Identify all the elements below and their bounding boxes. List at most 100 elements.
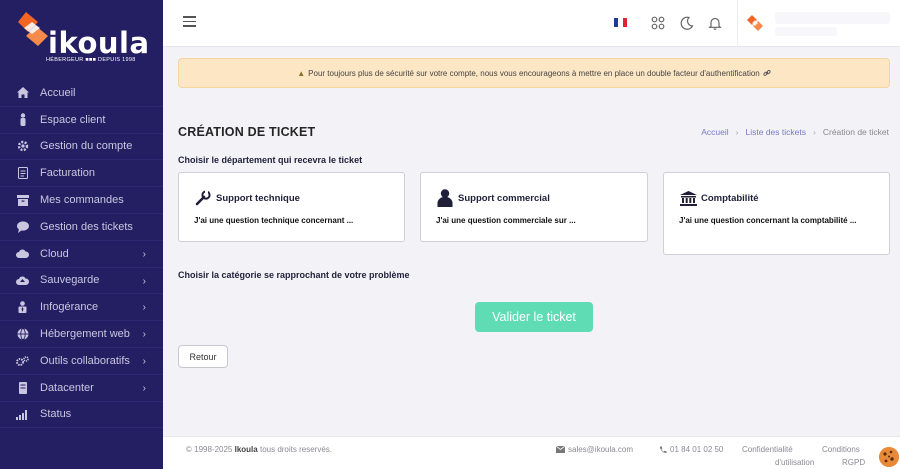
footer-phone-text: 01 84 01 02 50 bbox=[670, 445, 724, 454]
moon-icon[interactable] bbox=[680, 16, 694, 30]
sidebar-item-label: Cloud bbox=[40, 247, 69, 260]
copyright-years: © 1998-2025 bbox=[186, 445, 233, 454]
sidebar-item-label: Facturation bbox=[40, 167, 96, 180]
card-description: J'ai une question concernant la comptabi… bbox=[679, 216, 857, 225]
sidebar-item-facturation[interactable]: Facturation bbox=[0, 160, 163, 188]
department-card-support-commercial[interactable]: Support commercial J'ai une question com… bbox=[420, 172, 648, 242]
card-description: J'ai une question technique concernant .… bbox=[194, 216, 354, 225]
ikoula-logo[interactable]: ikoula HÉBERGEUR ■■■ DEPUIS 1998 bbox=[18, 8, 150, 70]
user-avatar-icon[interactable] bbox=[746, 14, 764, 32]
topbar-divider bbox=[737, 0, 738, 47]
person-icon bbox=[436, 189, 454, 207]
sidebar-item-espace-client[interactable]: Espace client bbox=[0, 107, 163, 134]
chevron-right-icon: › bbox=[142, 302, 146, 314]
sidebar-item-sauvegarde[interactable]: Sauvegarde › bbox=[0, 268, 163, 295]
warning-icon: ▲ bbox=[297, 68, 306, 78]
sidebar-item-infogerance[interactable]: Infogérance › bbox=[0, 294, 163, 322]
cloud-icon bbox=[16, 247, 29, 260]
link-icon[interactable] bbox=[763, 69, 771, 77]
sidebar-item-gestion-du-compte[interactable]: Gestion du compte bbox=[0, 134, 163, 161]
alert-text: Pour toujours plus de sécurité sur votre… bbox=[308, 68, 760, 78]
sidebar-item-mes-commandes[interactable]: Mes commandes bbox=[0, 187, 163, 214]
box-icon bbox=[16, 194, 29, 207]
department-card-support-technique[interactable]: Support technique J'ai une question tech… bbox=[178, 172, 405, 242]
phone-icon bbox=[660, 446, 667, 453]
sidebar-item-status[interactable]: Status bbox=[0, 402, 163, 429]
chat-icon bbox=[16, 220, 29, 233]
breadcrumb-liste-des-tickets[interactable]: Liste des tickets bbox=[746, 127, 806, 137]
footer: © 1998-2025 Ikoula tous droits reservés.… bbox=[163, 436, 900, 469]
chevron-right-icon: › bbox=[142, 275, 146, 287]
sidebar-item-datacenter[interactable]: Datacenter › bbox=[0, 375, 163, 402]
sidebar: ikoula HÉBERGEUR ■■■ DEPUIS 1998 Accueil… bbox=[0, 0, 163, 469]
hamburger-icon[interactable] bbox=[183, 16, 196, 27]
footer-link-confidentialite[interactable]: Confidentialité bbox=[742, 445, 793, 454]
gears-icon bbox=[16, 354, 29, 367]
sidebar-item-label: Gestion des tickets bbox=[40, 220, 133, 233]
page-title: CRÉATION DE TICKET bbox=[178, 125, 316, 139]
chevron-right-icon: › bbox=[142, 248, 146, 260]
sidebar-item-hebergement-web[interactable]: Hébergement web › bbox=[0, 321, 163, 348]
breadcrumb-separator-icon: › bbox=[735, 127, 739, 137]
sidebar-item-label: Sauvegarde bbox=[40, 274, 100, 287]
card-title: Support commercial bbox=[458, 192, 550, 204]
copyright: © 1998-2025 Ikoula tous droits reservés. bbox=[186, 445, 332, 454]
cookie-icon[interactable] bbox=[879, 447, 899, 467]
sidebar-item-accueil[interactable]: Accueil bbox=[0, 80, 163, 107]
brand-name: ikoula bbox=[48, 26, 150, 60]
envelope-icon bbox=[556, 446, 565, 453]
category-label: Choisir la catégorie se rapprochant de v… bbox=[178, 270, 410, 280]
tools-icon bbox=[194, 189, 212, 207]
department-card-comptabilite[interactable]: Comptabilité J'ai une question concernan… bbox=[663, 172, 890, 255]
brand-tagline: HÉBERGEUR ■■■ DEPUIS 1998 bbox=[46, 57, 136, 63]
user-detail-placeholder bbox=[775, 27, 837, 36]
ikoula-logo-icon bbox=[18, 12, 48, 46]
server-icon bbox=[16, 381, 29, 394]
sidebar-item-label: Hébergement web bbox=[40, 328, 130, 341]
sidebar-item-label: Espace client bbox=[40, 113, 106, 126]
breadcrumb: Accueil › Liste des tickets › Création d… bbox=[701, 127, 889, 137]
user-icon bbox=[16, 113, 29, 127]
card-title: Comptabilité bbox=[701, 192, 759, 204]
sidebar-item-label: Infogérance bbox=[40, 301, 99, 314]
footer-link-conditions-line2[interactable]: d'utilisation bbox=[775, 458, 814, 467]
copyright-suffix: tous droits reservés. bbox=[259, 445, 332, 454]
sidebar-item-label: Gestion du compte bbox=[40, 140, 133, 153]
footer-email[interactable]: sales@ikoula.com bbox=[556, 445, 633, 454]
sidebar-item-label: Outils collaboratifs bbox=[40, 354, 130, 367]
security-alert: ▲ Pour toujours plus de sécurité sur vot… bbox=[178, 58, 890, 88]
chevron-right-icon: › bbox=[142, 382, 146, 394]
sidebar-item-outils-collaboratifs[interactable]: Outils collaboratifs › bbox=[0, 348, 163, 375]
sidebar-item-label: Accueil bbox=[40, 86, 76, 99]
sidebar-item-label: Mes commandes bbox=[40, 194, 124, 207]
cloud-upload-icon bbox=[16, 274, 29, 287]
bell-icon[interactable] bbox=[708, 16, 722, 30]
home-icon bbox=[16, 86, 29, 99]
gear-icon bbox=[16, 140, 29, 153]
card-title: Support technique bbox=[216, 192, 300, 204]
copyright-brand: Ikoula bbox=[234, 445, 258, 454]
breadcrumb-accueil[interactable]: Accueil bbox=[701, 127, 728, 137]
footer-link-conditions[interactable]: Conditions bbox=[822, 445, 860, 454]
breadcrumb-separator-icon: › bbox=[813, 127, 816, 137]
department-label: Choisir le département qui recevra le ti… bbox=[178, 155, 363, 165]
footer-link-rgpd[interactable]: RGPD bbox=[842, 458, 865, 467]
grid-icon[interactable] bbox=[651, 16, 665, 30]
sidebar-item-gestion-des-tickets[interactable]: Gestion des tickets bbox=[0, 214, 163, 241]
user-name-placeholder[interactable] bbox=[775, 12, 890, 24]
sidebar-item-label: Datacenter bbox=[40, 381, 94, 394]
france-flag-icon[interactable] bbox=[614, 18, 627, 27]
person-tie-icon bbox=[16, 301, 29, 314]
chevron-right-icon: › bbox=[142, 329, 146, 341]
sidebar-item-cloud[interactable]: Cloud › bbox=[0, 241, 163, 268]
validate-ticket-button[interactable]: Valider le ticket bbox=[475, 302, 593, 332]
signal-icon bbox=[16, 408, 29, 421]
breadcrumb-current: Création de ticket bbox=[822, 127, 889, 137]
globe-icon bbox=[16, 328, 29, 341]
invoice-icon bbox=[16, 167, 29, 180]
footer-phone[interactable]: 01 84 01 02 50 bbox=[659, 445, 723, 454]
bank-icon bbox=[679, 189, 697, 207]
sidebar-nav: Accueil Espace client Gestion du compte … bbox=[0, 80, 163, 429]
footer-email-text: sales@ikoula.com bbox=[568, 445, 634, 454]
back-button[interactable]: Retour bbox=[178, 345, 228, 368]
